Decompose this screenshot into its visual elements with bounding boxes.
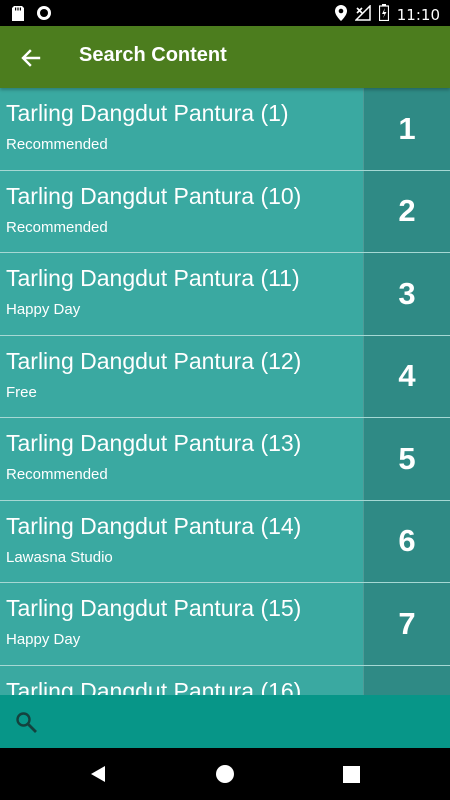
list-item-main[interactable]: Tarling Dangdut Pantura (12) Free xyxy=(0,335,363,417)
content-list[interactable]: Tarling Dangdut Pantura (1) Recommended … xyxy=(0,88,450,695)
list-item-subtitle: Free xyxy=(6,383,37,401)
status-time: 11:10 xyxy=(396,5,440,24)
home-circle-icon[interactable] xyxy=(211,760,239,788)
list-item-number: 7 xyxy=(363,583,450,665)
list-item-main[interactable]: Tarling Dangdut Pantura (16) xyxy=(0,665,363,696)
list-item[interactable]: Tarling Dangdut Pantura (12) Free 4 xyxy=(0,335,450,418)
list-item-number xyxy=(363,665,450,695)
list-item-title: Tarling Dangdut Pantura (16) xyxy=(6,677,302,696)
no-signal-icon xyxy=(353,3,371,25)
search-input[interactable] xyxy=(50,705,434,739)
list-item-number: 2 xyxy=(363,170,450,252)
page-title: Search Content xyxy=(79,44,227,66)
list-item-number: 6 xyxy=(363,500,450,582)
list-item-main[interactable]: Tarling Dangdut Pantura (15) Happy Day xyxy=(0,583,363,665)
list-item[interactable]: Tarling Dangdut Pantura (16) xyxy=(0,665,450,696)
list-item-main[interactable]: Tarling Dangdut Pantura (11) Happy Day xyxy=(0,253,363,335)
list-item-subtitle: Happy Day xyxy=(6,301,81,318)
list-item-title: Tarling Dangdut Pantura (13) xyxy=(6,430,302,456)
location-icon xyxy=(334,4,347,25)
list-item[interactable]: Tarling Dangdut Pantura (1) Recommended … xyxy=(0,88,450,171)
nav-bar xyxy=(0,748,450,800)
list-item-main[interactable]: Tarling Dangdut Pantura (1) Recommended xyxy=(0,88,363,170)
list-item[interactable]: Tarling Dangdut Pantura (13) Recommended… xyxy=(0,418,450,501)
list-item-number: 1 xyxy=(363,88,450,170)
list-item-title: Tarling Dangdut Pantura (15) xyxy=(6,595,302,621)
back-triangle-icon[interactable] xyxy=(84,760,112,788)
arrow-back-icon[interactable] xyxy=(16,43,46,73)
list-item-main[interactable]: Tarling Dangdut Pantura (13) Recommended xyxy=(0,418,363,500)
list-item-subtitle: Recommended xyxy=(6,136,108,153)
list-item-number: 4 xyxy=(363,335,450,417)
list-item[interactable]: Tarling Dangdut Pantura (15) Happy Day 7 xyxy=(0,583,450,666)
list-item-subtitle: Lawasna Studio xyxy=(6,548,113,566)
recents-square-icon[interactable] xyxy=(337,760,365,788)
app-bar: Search Content xyxy=(0,26,450,88)
list-item-title: Tarling Dangdut Pantura (1) xyxy=(6,100,289,126)
battery-charging-icon xyxy=(378,4,389,25)
list-item-title: Tarling Dangdut Pantura (11) xyxy=(6,265,300,291)
list-item-number: 3 xyxy=(363,253,450,335)
sd-card-icon xyxy=(12,5,24,25)
circle-notification-icon xyxy=(36,5,52,25)
search-bar xyxy=(0,695,450,748)
list-item-title: Tarling Dangdut Pantura (12) xyxy=(6,347,302,374)
list-item-subtitle: Happy Day xyxy=(6,631,81,648)
list-item-number: 5 xyxy=(363,418,450,500)
list-item-title: Tarling Dangdut Pantura (10) xyxy=(6,182,302,209)
list-item[interactable]: Tarling Dangdut Pantura (11) Happy Day 3 xyxy=(0,253,450,336)
list-item-subtitle: Recommended xyxy=(6,218,108,236)
search-icon[interactable] xyxy=(14,710,38,734)
list-item-title: Tarling Dangdut Pantura (14) xyxy=(6,512,302,539)
list-item-main[interactable]: Tarling Dangdut Pantura (10) Recommended xyxy=(0,170,363,252)
status-bar: 11:10 xyxy=(0,0,450,26)
list-item[interactable]: Tarling Dangdut Pantura (14) Lawasna Stu… xyxy=(0,500,450,583)
list-item-main[interactable]: Tarling Dangdut Pantura (14) Lawasna Stu… xyxy=(0,500,363,582)
list-item[interactable]: Tarling Dangdut Pantura (10) Recommended… xyxy=(0,170,450,253)
list-item-subtitle: Recommended xyxy=(6,466,108,483)
